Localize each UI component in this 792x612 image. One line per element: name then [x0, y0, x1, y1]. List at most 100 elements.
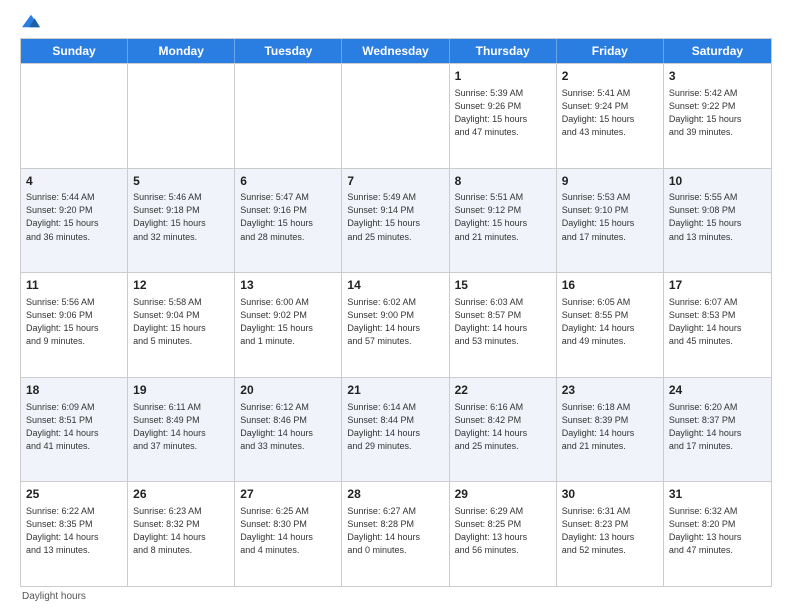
calendar-cell-r3c1: 19 Sunrise: 6:11 AM Sunset: 8:49 PM Dayli…	[128, 378, 235, 482]
calendar-row-4: 25 Sunrise: 6:22 AM Sunset: 8:35 PM Dayli…	[21, 481, 771, 586]
day-number: 4	[26, 173, 122, 190]
cell-text: Sunrise: 6:05 AM Sunset: 8:55 PM Dayligh…	[562, 296, 658, 348]
calendar-cell-r3c6: 24 Sunrise: 6:20 AM Sunset: 8:37 PM Dayli…	[664, 378, 771, 482]
calendar-cell-r4c4: 29Sunrise: 6:29 AM Sunset: 8:25 PM Dayli…	[450, 482, 557, 586]
calendar-cell-r1c2: 6Sunrise: 5:47 AM Sunset: 9:16 PM Daylig…	[235, 169, 342, 273]
day-number: 17	[669, 277, 766, 294]
cell-text: Sunrise: 5:44 AM Sunset: 9:20 PM Dayligh…	[26, 191, 122, 243]
weekday-header-saturday: Saturday	[664, 39, 771, 63]
calendar-cell-r0c3	[342, 64, 449, 168]
day-number: 21	[347, 382, 443, 399]
cell-text: Sunrise: 6:18 AM Sunset: 8:39 PM Dayligh…	[562, 401, 658, 453]
calendar-cell-r4c0: 25 Sunrise: 6:22 AM Sunset: 8:35 PM Dayli…	[21, 482, 128, 586]
day-number: 7	[347, 173, 443, 190]
calendar-cell-r2c0: 11Sunrise: 5:56 AM Sunset: 9:06 PM Dayli…	[21, 273, 128, 377]
day-number: 23	[562, 382, 658, 399]
day-number: 20	[240, 382, 336, 399]
day-number: 29	[455, 486, 551, 503]
cell-text: Sunrise: 6:25 AM Sunset: 8:30 PM Dayligh…	[240, 505, 336, 557]
day-number: 26	[133, 486, 229, 503]
calendar-cell-r0c1	[128, 64, 235, 168]
day-number: 2	[562, 68, 658, 85]
weekday-header-sunday: Sunday	[21, 39, 128, 63]
cell-text: Sunrise: 5:42 AM Sunset: 9:22 PM Dayligh…	[669, 87, 766, 139]
day-number: 24	[669, 382, 766, 399]
day-number: 12	[133, 277, 229, 294]
calendar-cell-r2c4: 15 Sunrise: 6:03 AM Sunset: 8:57 PM Dayli…	[450, 273, 557, 377]
calendar-cell-r1c6: 10Sunrise: 5:55 AM Sunset: 9:08 PM Dayli…	[664, 169, 771, 273]
cell-text: Sunrise: 6:20 AM Sunset: 8:37 PM Dayligh…	[669, 401, 766, 453]
cell-text: Sunrise: 6:02 AM Sunset: 9:00 PM Dayligh…	[347, 296, 443, 348]
calendar-header: SundayMondayTuesdayWednesdayThursdayFrid…	[21, 39, 771, 63]
cell-text: Sunrise: 5:51 AM Sunset: 9:12 PM Dayligh…	[455, 191, 551, 243]
day-number: 14	[347, 277, 443, 294]
calendar-cell-r3c3: 21 Sunrise: 6:14 AM Sunset: 8:44 PM Dayli…	[342, 378, 449, 482]
cell-text: Sunrise: 5:58 AM Sunset: 9:04 PM Dayligh…	[133, 296, 229, 348]
calendar-cell-r2c6: 17 Sunrise: 6:07 AM Sunset: 8:53 PM Dayli…	[664, 273, 771, 377]
cell-text: Sunrise: 6:31 AM Sunset: 8:23 PM Dayligh…	[562, 505, 658, 557]
day-number: 28	[347, 486, 443, 503]
logo-text	[20, 16, 40, 30]
calendar-cell-r2c3: 14 Sunrise: 6:02 AM Sunset: 9:00 PM Dayli…	[342, 273, 449, 377]
calendar-cell-r2c2: 13 Sunrise: 6:00 AM Sunset: 9:02 PM Dayli…	[235, 273, 342, 377]
day-number: 3	[669, 68, 766, 85]
logo-icon	[22, 14, 40, 28]
cell-text: Sunrise: 6:07 AM Sunset: 8:53 PM Dayligh…	[669, 296, 766, 348]
day-number: 13	[240, 277, 336, 294]
calendar-body: 1Sunrise: 5:39 AM Sunset: 9:26 PM Daylig…	[21, 63, 771, 586]
cell-text: Sunrise: 6:14 AM Sunset: 8:44 PM Dayligh…	[347, 401, 443, 453]
cell-text: Sunrise: 6:22 AM Sunset: 8:35 PM Dayligh…	[26, 505, 122, 557]
day-number: 8	[455, 173, 551, 190]
cell-text: Sunrise: 6:09 AM Sunset: 8:51 PM Dayligh…	[26, 401, 122, 453]
calendar-cell-r4c3: 28Sunrise: 6:27 AM Sunset: 8:28 PM Dayli…	[342, 482, 449, 586]
day-number: 18	[26, 382, 122, 399]
cell-text: Sunrise: 5:39 AM Sunset: 9:26 PM Dayligh…	[455, 87, 551, 139]
weekday-header-thursday: Thursday	[450, 39, 557, 63]
calendar-cell-r3c0: 18 Sunrise: 6:09 AM Sunset: 8:51 PM Dayli…	[21, 378, 128, 482]
calendar-cell-r1c0: 4Sunrise: 5:44 AM Sunset: 9:20 PM Daylig…	[21, 169, 128, 273]
cell-text: Sunrise: 6:03 AM Sunset: 8:57 PM Dayligh…	[455, 296, 551, 348]
cell-text: Sunrise: 5:41 AM Sunset: 9:24 PM Dayligh…	[562, 87, 658, 139]
cell-text: Sunrise: 5:56 AM Sunset: 9:06 PM Dayligh…	[26, 296, 122, 348]
header	[20, 16, 772, 30]
calendar-cell-r1c4: 8Sunrise: 5:51 AM Sunset: 9:12 PM Daylig…	[450, 169, 557, 273]
calendar-row-2: 11Sunrise: 5:56 AM Sunset: 9:06 PM Dayli…	[21, 272, 771, 377]
calendar-cell-r2c1: 12 Sunrise: 5:58 AM Sunset: 9:04 PM Dayli…	[128, 273, 235, 377]
day-number: 31	[669, 486, 766, 503]
calendar-cell-r0c2	[235, 64, 342, 168]
calendar-cell-r4c5: 30Sunrise: 6:31 AM Sunset: 8:23 PM Dayli…	[557, 482, 664, 586]
cell-text: Sunrise: 6:16 AM Sunset: 8:42 PM Dayligh…	[455, 401, 551, 453]
weekday-header-tuesday: Tuesday	[235, 39, 342, 63]
cell-text: Sunrise: 6:32 AM Sunset: 8:20 PM Dayligh…	[669, 505, 766, 557]
day-number: 9	[562, 173, 658, 190]
weekday-header-monday: Monday	[128, 39, 235, 63]
day-number: 22	[455, 382, 551, 399]
calendar-row-0: 1Sunrise: 5:39 AM Sunset: 9:26 PM Daylig…	[21, 63, 771, 168]
calendar-cell-r3c4: 22 Sunrise: 6:16 AM Sunset: 8:42 PM Dayli…	[450, 378, 557, 482]
cell-text: Sunrise: 5:53 AM Sunset: 9:10 PM Dayligh…	[562, 191, 658, 243]
cell-text: Sunrise: 6:11 AM Sunset: 8:49 PM Dayligh…	[133, 401, 229, 453]
cell-text: Sunrise: 5:47 AM Sunset: 9:16 PM Dayligh…	[240, 191, 336, 243]
cell-text: Sunrise: 5:49 AM Sunset: 9:14 PM Dayligh…	[347, 191, 443, 243]
calendar-cell-r0c6: 3 Sunrise: 5:42 AM Sunset: 9:22 PM Daylig…	[664, 64, 771, 168]
weekday-header-friday: Friday	[557, 39, 664, 63]
calendar-cell-r3c5: 23 Sunrise: 6:18 AM Sunset: 8:39 PM Dayli…	[557, 378, 664, 482]
day-number: 10	[669, 173, 766, 190]
day-number: 16	[562, 277, 658, 294]
day-number: 6	[240, 173, 336, 190]
calendar-cell-r4c1: 26Sunrise: 6:23 AM Sunset: 8:32 PM Dayli…	[128, 482, 235, 586]
calendar-cell-r2c5: 16 Sunrise: 6:05 AM Sunset: 8:55 PM Dayli…	[557, 273, 664, 377]
cell-text: Sunrise: 5:55 AM Sunset: 9:08 PM Dayligh…	[669, 191, 766, 243]
cell-text: Sunrise: 5:46 AM Sunset: 9:18 PM Dayligh…	[133, 191, 229, 243]
day-number: 27	[240, 486, 336, 503]
day-number: 15	[455, 277, 551, 294]
weekday-header-wednesday: Wednesday	[342, 39, 449, 63]
cell-text: Sunrise: 6:00 AM Sunset: 9:02 PM Dayligh…	[240, 296, 336, 348]
calendar-cell-r1c5: 9Sunrise: 5:53 AM Sunset: 9:10 PM Daylig…	[557, 169, 664, 273]
day-number: 19	[133, 382, 229, 399]
day-number: 25	[26, 486, 122, 503]
day-number: 5	[133, 173, 229, 190]
calendar-row-1: 4Sunrise: 5:44 AM Sunset: 9:20 PM Daylig…	[21, 168, 771, 273]
footer-note: Daylight hours	[20, 591, 772, 602]
calendar-cell-r0c5: 2 Sunrise: 5:41 AM Sunset: 9:24 PM Daylig…	[557, 64, 664, 168]
